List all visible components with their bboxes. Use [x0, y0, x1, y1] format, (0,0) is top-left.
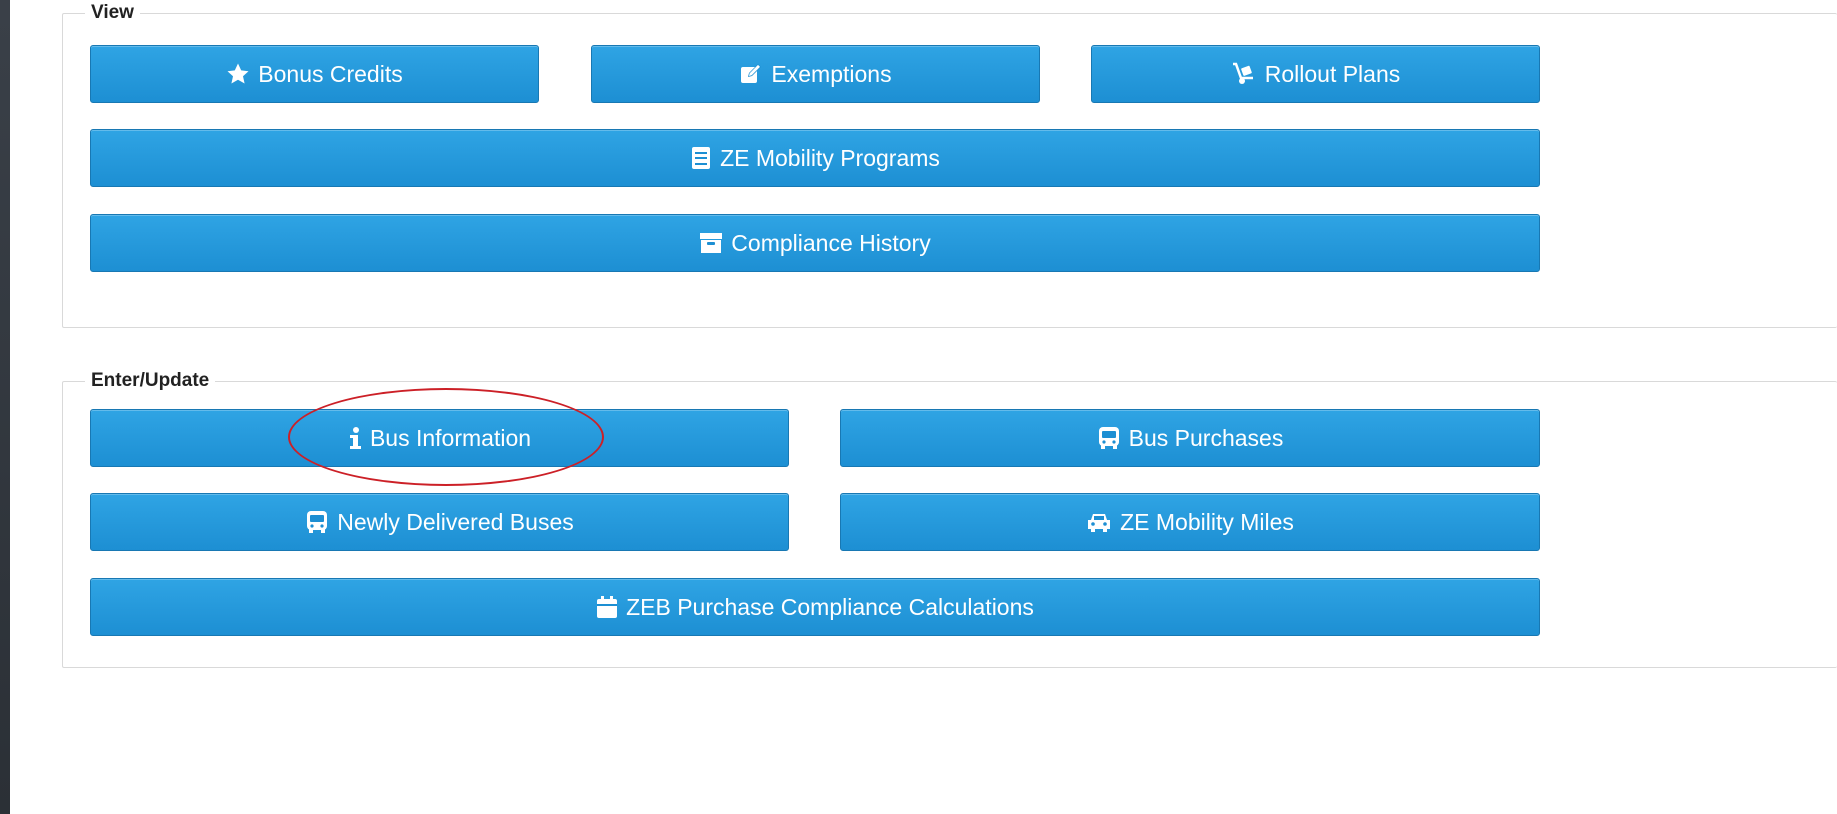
info-icon — [349, 427, 361, 449]
bonus-credits-button[interactable]: Bonus Credits — [90, 45, 539, 103]
exemptions-label: Exemptions — [771, 60, 892, 87]
archive-icon — [700, 233, 723, 253]
star-icon — [227, 63, 249, 84]
bus-purchases-button[interactable]: Bus Purchases — [840, 409, 1540, 467]
ze-mobility-programs-label: ZE Mobility Programs — [720, 144, 940, 171]
ze-mobility-programs-button[interactable]: ZE Mobility Programs — [90, 129, 1540, 187]
compliance-history-label: Compliance History — [731, 229, 931, 256]
compliance-history-button[interactable]: Compliance History — [90, 214, 1540, 272]
rollout-plans-button[interactable]: Rollout Plans — [1091, 45, 1540, 103]
bus-purchases-label: Bus Purchases — [1128, 424, 1284, 451]
rollout-plans-label: Rollout Plans — [1264, 60, 1401, 87]
enter-update-legend: Enter/Update — [91, 370, 210, 391]
bus-icon — [307, 511, 328, 533]
page: View Bonus Credits Exemptions Rollout Pl… — [10, 0, 1837, 814]
edit-icon — [741, 64, 762, 83]
newly-delivered-buses-label: Newly Delivered Buses — [337, 508, 574, 535]
ze-mobility-miles-label: ZE Mobility Miles — [1120, 508, 1294, 535]
bus-information-button[interactable]: Bus Information — [90, 409, 789, 467]
dolly-icon — [1232, 62, 1253, 84]
bonus-credits-label: Bonus Credits — [258, 60, 403, 87]
zeb-purchase-compliance-button[interactable]: ZEB Purchase Compliance Calculations — [90, 578, 1540, 636]
zeb-purchase-compliance-label: ZEB Purchase Compliance Calculations — [626, 593, 1034, 620]
book-icon — [692, 147, 711, 169]
ze-mobility-miles-button[interactable]: ZE Mobility Miles — [840, 493, 1540, 551]
newly-delivered-buses-button[interactable]: Newly Delivered Buses — [90, 493, 789, 551]
view-legend: View — [91, 2, 134, 23]
exemptions-button[interactable]: Exemptions — [591, 45, 1040, 103]
calendar-icon — [597, 596, 618, 618]
bus-information-label: Bus Information — [369, 424, 532, 451]
car-icon — [1088, 514, 1111, 532]
bus-icon — [1098, 427, 1119, 449]
